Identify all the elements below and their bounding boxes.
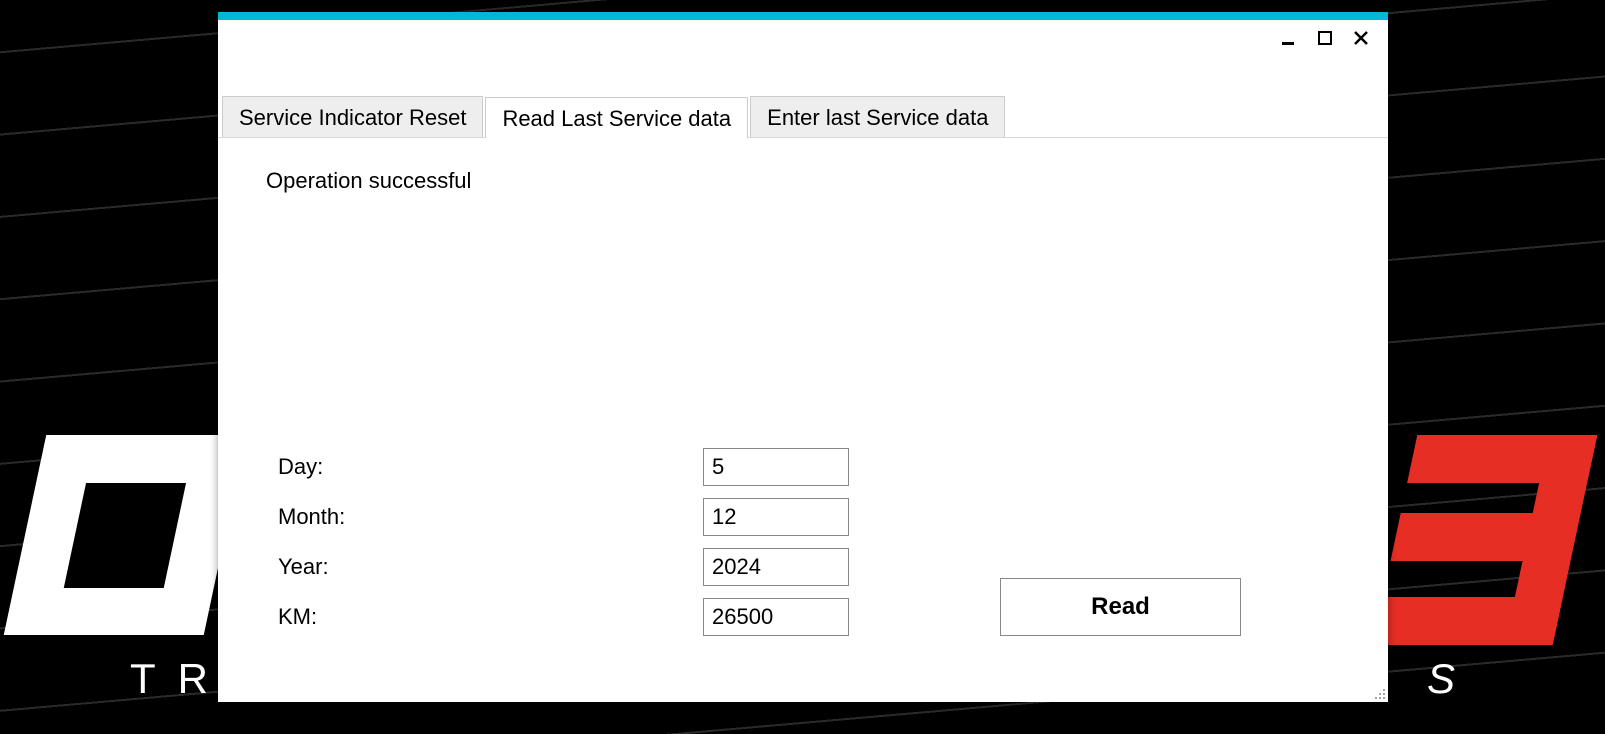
tab-enter-last-service-data[interactable]: Enter last Service data bbox=[750, 96, 1005, 137]
label-km: KM: bbox=[278, 604, 703, 630]
close-icon bbox=[1354, 31, 1368, 45]
maximize-button[interactable] bbox=[1316, 29, 1334, 47]
label-day: Day: bbox=[278, 454, 703, 480]
maximize-icon bbox=[1318, 31, 1332, 45]
close-button[interactable] bbox=[1352, 29, 1370, 47]
tab-read-last-service-data[interactable]: Read Last Service data bbox=[485, 97, 748, 138]
row-km: KM: bbox=[278, 598, 849, 636]
label-month: Month: bbox=[278, 504, 703, 530]
input-year[interactable] bbox=[703, 548, 849, 586]
background-logo-right bbox=[1395, 435, 1575, 645]
tab-service-indicator-reset[interactable]: Service Indicator Reset bbox=[222, 96, 483, 137]
tab-bar: Service Indicator Reset Read Last Servic… bbox=[218, 96, 1388, 138]
minimize-icon bbox=[1282, 31, 1296, 45]
minimize-button[interactable] bbox=[1280, 29, 1298, 47]
row-month: Month: bbox=[278, 498, 849, 536]
row-year: Year: bbox=[278, 548, 849, 586]
input-month[interactable] bbox=[703, 498, 849, 536]
input-day[interactable] bbox=[703, 448, 849, 486]
row-day: Day: bbox=[278, 448, 849, 486]
status-message: Operation successful bbox=[266, 168, 1340, 194]
window-controls bbox=[218, 20, 1388, 56]
label-year: Year: bbox=[278, 554, 703, 580]
tab-content: Operation successful Day: Month: Year: K… bbox=[218, 138, 1388, 702]
read-button[interactable]: Read bbox=[1000, 578, 1241, 636]
service-data-form: Day: Month: Year: KM: bbox=[278, 448, 849, 648]
background-logo-left bbox=[25, 435, 225, 635]
resize-grip-icon[interactable] bbox=[1370, 684, 1386, 700]
input-km[interactable] bbox=[703, 598, 849, 636]
titlebar-accent bbox=[218, 12, 1388, 20]
app-window: Service Indicator Reset Read Last Servic… bbox=[218, 12, 1388, 702]
background-text-right: S bbox=[1427, 655, 1455, 703]
